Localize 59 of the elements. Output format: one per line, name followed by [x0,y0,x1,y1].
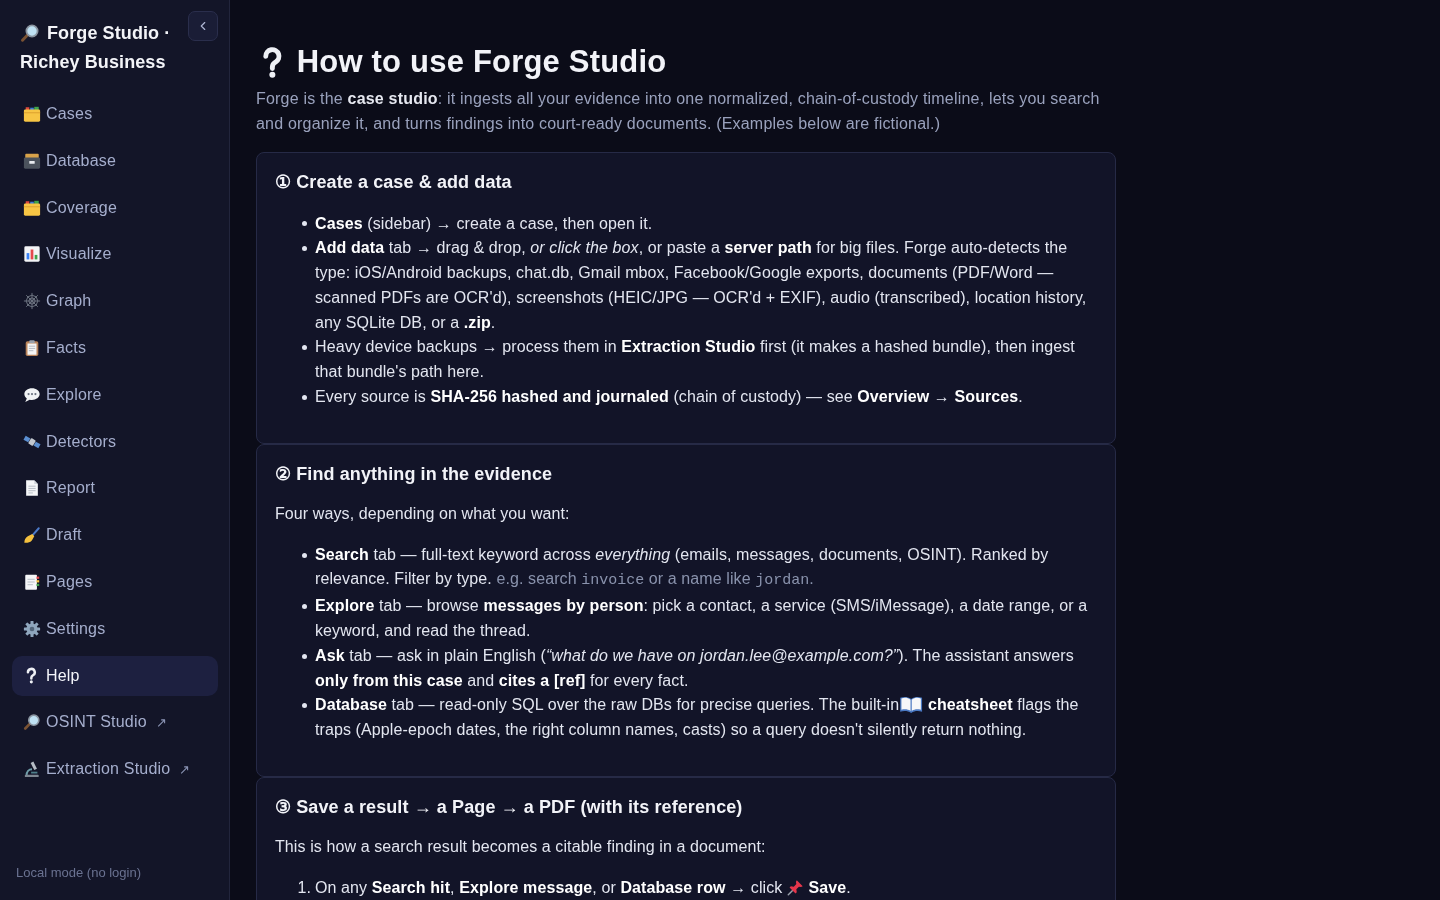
speech-bubble-icon [22,385,41,404]
nav-item[interactable]: Detectors [12,421,218,462]
open-book-icon [899,696,924,714]
bullet-icon [302,604,307,610]
section-heading: ③ Save a result → a Page → a PDF (with its reference) [275,796,744,820]
list-item-text: On any Search hit, Explore message, or Database row → click Save. [315,877,852,898]
bullet-icon [302,221,307,227]
nav-item[interactable]: OSINT Studio ↗ [12,702,218,743]
list-item-text: Explore tab — browse messages by person: pick a contact, a service (SMS/iMessage), a date range, or a keyword, and read the thread. [315,596,1089,642]
list-item-text: Ask tab — ask in plain English (“what do we have on jordan.lee@example.com?”). The assistant answers only from this case and cites a [ref] for every fact. [315,645,1075,691]
nav-item[interactable]: Report [12,468,218,509]
list-item-text: Search tab — full-text keyword across everything (emails, messages, documents, OSINT). Ranked by relevance. Filter by type. e.g. search invoice or a name like jordan. [315,544,1050,592]
bar-chart-icon [22,245,41,264]
bullet-icon [302,552,307,558]
app-title: Forge Studio · [47,21,171,45]
list-item-text: Every source is SHA-256 hashed and journaled (chain of custody) — see Overview → Sources. [315,387,1024,408]
nav-item[interactable]: Extraction Studio ↗ [12,749,218,790]
intro-text: Forge is the case studio: it ingests all your evidence into one normalized, chain-of-custody timeline, lets you search and organize it, and turns findings into court-ready documents. (Examples below are fictional.) [256,88,1101,134]
case-name: Richey Business [20,50,167,74]
nav-item[interactable]: Graph [12,281,218,322]
bullet-icon [302,703,307,709]
bullet-icon [302,394,307,400]
bookmark-tabs-icon [22,572,41,591]
section-lead: This is how a search result becomes a citable finding in a document: [275,837,767,858]
question-mark-icon [262,45,283,79]
nav-item[interactable]: Coverage [12,187,218,228]
folder-icon [22,105,41,123]
nav-item[interactable]: Explore [12,374,218,415]
nav-item[interactable]: Visualize [12,234,218,275]
microscope-icon [22,760,41,779]
list-item-text: Database tab — read-only SQL over the raw DBs for precise queries. The built-in cheatsheet flags the traps (Apple-epoch dates, the right column names, casts) so a query doesn't silently return nothing. [315,695,1080,741]
folder-icon [22,198,41,217]
nav-item[interactable]: Cases [12,94,218,134]
list-item-text: Heavy device backups → process them in Extraction Studio first (it makes a hashed bundle), then ingest that bundle's path here. [315,337,1076,383]
collapse-button[interactable] [188,11,218,41]
page-title: How to use Forge Studio [296,43,667,81]
list-item-text: Cases (sidebar) → create a case, then open it. [315,213,654,234]
list-item-text: Add data tab → drag & drop, or click the box, or paste a server path for big files. Forge auto-detects the type: iOS/Android backups, chat.db, Gmail mbox, Facebook/Google exports, documents (PDF/Word — scanned PDFs are OCR'd), screenshots (HEIC/JPG — OCR'd + EXIF), audio (transcribed), location history, any SQLite DB, or a .zip. [315,238,1088,333]
section-heading: ① Create a case & add data [275,170,513,194]
bullet-icon [302,345,307,351]
section-lead: Four ways, depending on what you want: [275,503,571,524]
file-box-icon [22,151,41,170]
section-heading: ② Find anything in the evidence [275,462,554,486]
brush-icon [22,526,41,545]
nav-item[interactable]: Help [12,655,218,696]
spider-web-icon [22,292,41,311]
magnifier-icon [22,713,41,732]
bullet-icon [302,653,307,659]
nav-item[interactable]: Settings [12,608,218,649]
nav-item[interactable]: Draft [12,515,218,556]
bullet-icon [302,246,307,252]
step-number: 1. [297,877,311,898]
nav-item[interactable]: Pages [12,561,218,602]
pushpin-icon [787,878,804,896]
nav-item[interactable]: Database [12,140,218,181]
magnifier-icon [20,23,40,43]
nav-item[interactable]: Facts [12,328,218,368]
question-mark-icon [26,667,37,685]
mode-label: Local mode (no login) [15,865,143,881]
